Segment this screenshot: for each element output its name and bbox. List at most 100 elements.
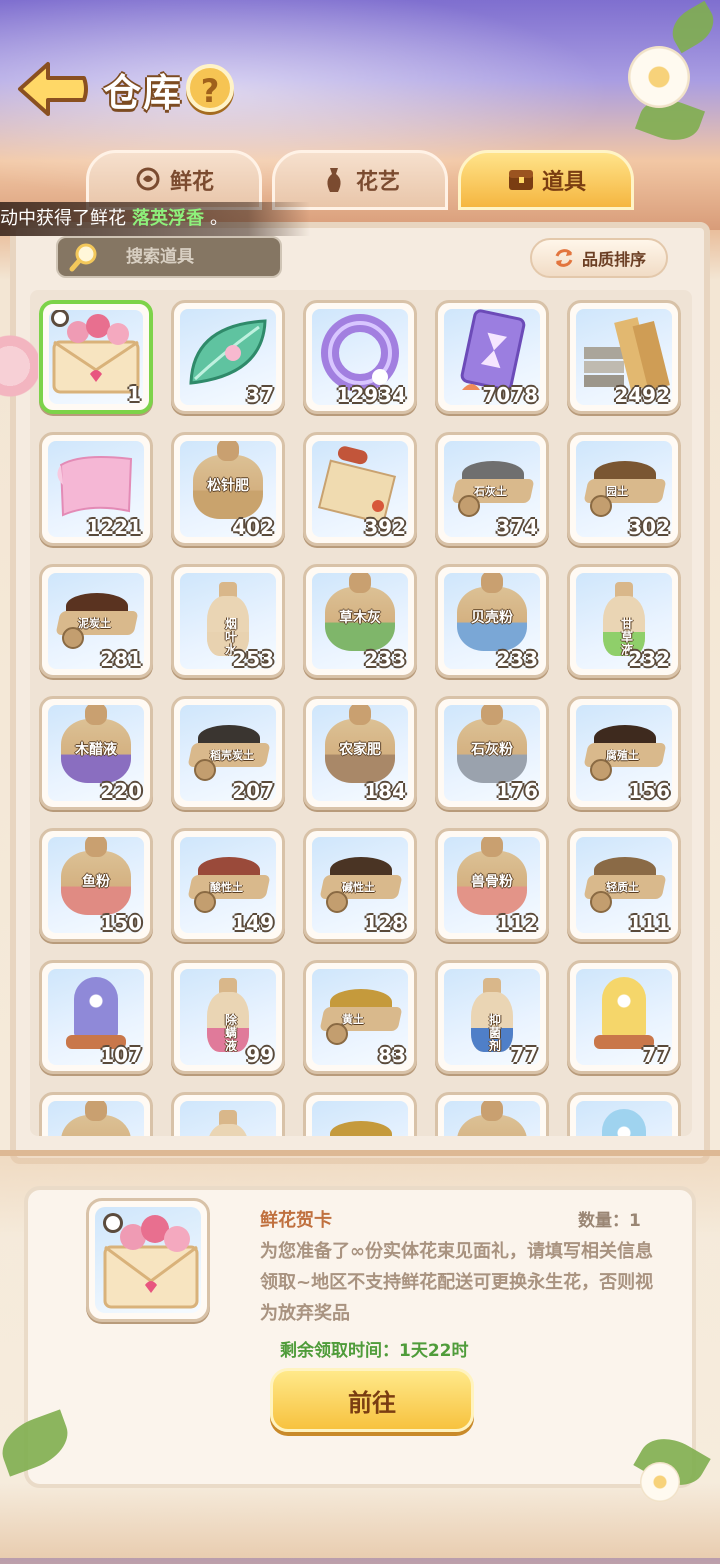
greeting-card-icon	[103, 1213, 199, 1309]
inventory-item[interactable]	[39, 1092, 153, 1136]
item-count: 1	[127, 382, 141, 406]
inventory-item[interactable]: 烟叶水 253	[171, 564, 285, 678]
item-count: 392	[364, 515, 406, 539]
item-count: 149	[232, 911, 274, 935]
page-title: 仓库	[103, 71, 184, 115]
inventory-item[interactable]: 园土 302	[567, 432, 681, 546]
inventory-item[interactable]: 37	[171, 300, 285, 414]
refresh-icon	[555, 249, 573, 267]
item-grid-viewport[interactable]: 1 37 12934 7078 2492 1221 松针肥 402 392 石灰土 374 园土 302…	[30, 290, 692, 1136]
inventory-item[interactable]: 7078	[435, 300, 549, 414]
soil-cart-icon: 酸性土	[186, 857, 271, 914]
item-count: 150	[100, 911, 142, 935]
inventory-item[interactable]: 木醋液 220	[39, 696, 153, 810]
inventory-item[interactable]: 碱性土 128	[303, 828, 417, 942]
item-slot	[180, 1101, 276, 1136]
item-count: 184	[364, 779, 406, 803]
item-label: 石灰土	[474, 485, 507, 499]
fertilizer-bag-icon: 木醋液	[61, 705, 131, 784]
inventory-item[interactable]: 泥炭土 281	[39, 564, 153, 678]
inventory-item[interactable]: 黄土 83	[303, 960, 417, 1074]
soil-cart-icon: 泥炭土	[54, 593, 139, 650]
vase-icon	[320, 166, 348, 194]
inventory-item[interactable]: 392	[303, 432, 417, 546]
inventory-item[interactable]: 石灰土 374	[435, 432, 549, 546]
item-label: 草木灰	[339, 610, 381, 627]
inventory-item[interactable]: 农家肥 184	[303, 696, 417, 810]
item-count: 253	[232, 647, 274, 671]
sort-quality-button[interactable]: 品质排序	[530, 238, 668, 278]
fertilizer-bag-icon: 鱼粉	[61, 837, 131, 916]
tab-label: 鲜花	[169, 170, 214, 195]
detail-quantity: 数量：1	[578, 1211, 641, 1231]
item-count: 77	[510, 1043, 538, 1067]
arrow-left-icon	[18, 62, 88, 116]
inventory-item[interactable]	[303, 1092, 417, 1136]
detail-item-name: 鲜花贺卡	[260, 1210, 332, 1231]
inventory-item[interactable]: 12934	[303, 300, 417, 414]
potion-bottle-icon: 除螨液	[203, 978, 253, 1053]
search-bar[interactable]	[56, 236, 282, 278]
inventory-item[interactable]: 抑菌剂 77	[435, 960, 549, 1074]
item-label: 抑菌剂	[488, 1013, 501, 1053]
inventory-item[interactable]: 松针肥 402	[171, 432, 285, 546]
fertilizer-bag-icon: 石灰粉	[457, 705, 527, 784]
inventory-item[interactable]: 2492	[567, 300, 681, 414]
rose-icon	[134, 166, 162, 194]
inventory-item[interactable]	[567, 1092, 681, 1136]
tab-floral-art[interactable]: 花艺	[272, 150, 448, 210]
item-count: 111	[628, 911, 670, 935]
inventory-item[interactable]: 石灰粉 176	[435, 696, 549, 810]
inventory-item[interactable]: 腐殖土 156	[567, 696, 681, 810]
back-button[interactable]	[16, 58, 90, 120]
inventory-item[interactable]: 甘草液 232	[567, 564, 681, 678]
inventory-item[interactable]: 轻质土 111	[567, 828, 681, 942]
potion-bottle-icon: 抑菌剂	[467, 978, 517, 1053]
fertilizer-bag-icon: 兽骨粉	[457, 837, 527, 916]
tab-props[interactable]: 道具	[458, 150, 634, 210]
inventory-item[interactable]: 鱼粉 150	[39, 828, 153, 942]
item-count: 7078	[482, 383, 538, 407]
item-label: 木醋液	[75, 742, 117, 759]
inventory-item[interactable]: 77	[567, 960, 681, 1074]
search-input[interactable]	[124, 246, 268, 268]
item-count: 128	[364, 911, 406, 935]
item-slot	[444, 1101, 540, 1136]
inventory-item[interactable]: 草木灰 233	[303, 564, 417, 678]
item-label: 鱼粉	[82, 874, 110, 891]
tab-flowers[interactable]: 鲜花	[86, 150, 262, 210]
help-button[interactable]: ?	[186, 64, 234, 112]
item-count: 12934	[336, 383, 406, 407]
soil-cart-icon: 黄土	[318, 989, 403, 1046]
soil-cart-icon: 园土	[582, 461, 667, 518]
inventory-item[interactable]: 酸性土 149	[171, 828, 285, 942]
toast-suffix: 。	[210, 208, 228, 229]
item-label: 石灰粉	[471, 742, 513, 759]
item-count: 156	[628, 779, 670, 803]
fertilizer-bag-icon: 农家肥	[325, 705, 395, 784]
item-count: 374	[496, 515, 538, 539]
inventory-item[interactable]: 贝壳粉 233	[435, 564, 549, 678]
go-button[interactable]: 前往	[270, 1368, 474, 1432]
fertilizer-bag-icon: 草木灰	[325, 573, 395, 652]
inventory-item[interactable]: 1221	[39, 432, 153, 546]
glass-dome-icon	[66, 977, 126, 1053]
soil-cart-icon	[318, 1121, 402, 1136]
inventory-item[interactable]: 107	[39, 960, 153, 1074]
item-count: 233	[496, 647, 538, 671]
soil-cart-icon: 稻壳炭土	[186, 725, 271, 782]
notification-toast: 动中获得了鲜花 落英浮香。	[0, 202, 310, 236]
item-count: 302	[628, 515, 670, 539]
detail-item-icon	[86, 1198, 210, 1322]
item-count: 77	[642, 1043, 670, 1067]
inventory-item[interactable]: 兽骨粉 112	[435, 828, 549, 942]
glass-dome-icon	[594, 1109, 654, 1136]
item-label: 兽骨粉	[471, 874, 513, 891]
item-count: 107	[100, 1043, 142, 1067]
item-label: 稻壳炭土	[210, 749, 254, 763]
inventory-item[interactable]: 稻壳炭土 207	[171, 696, 285, 810]
inventory-item[interactable]: 除螨液 99	[171, 960, 285, 1074]
inventory-item[interactable]	[171, 1092, 285, 1136]
inventory-item[interactable]: 1	[39, 300, 153, 414]
inventory-item[interactable]	[435, 1092, 549, 1136]
